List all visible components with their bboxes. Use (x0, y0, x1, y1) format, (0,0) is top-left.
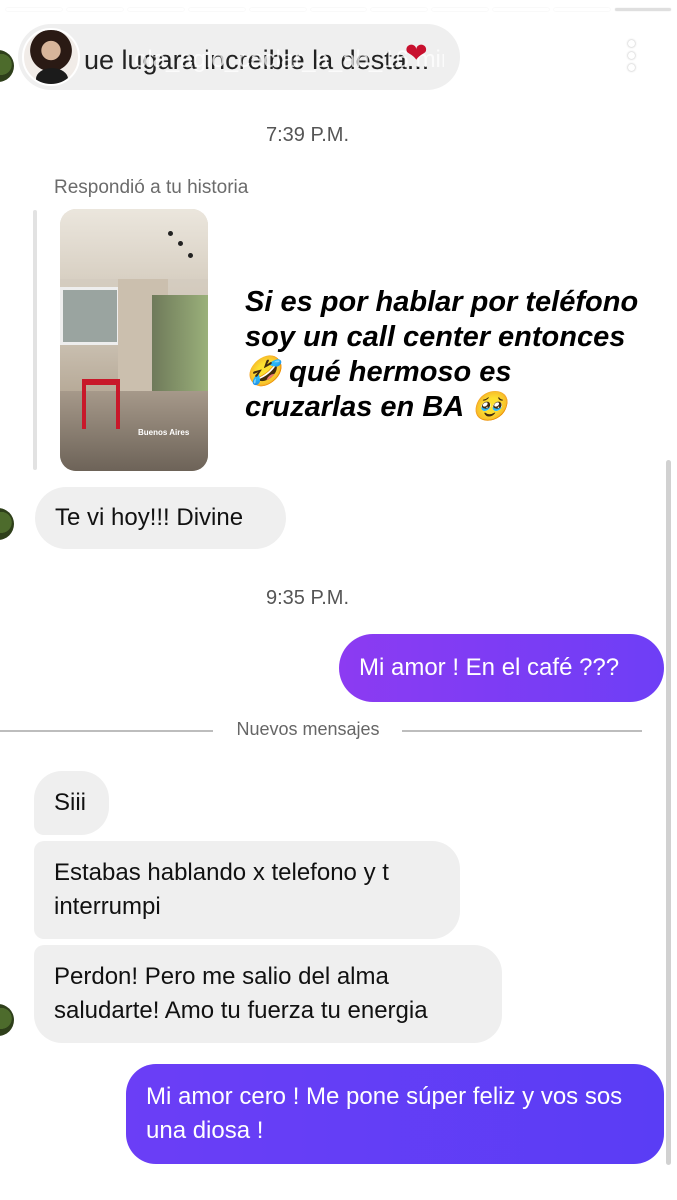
new-messages-divider: Nuevos mensajes (236, 719, 380, 739)
progress-segment (6, 8, 62, 11)
more-options-icon[interactable] (624, 40, 640, 72)
story-username-overlay: ola_aglo_caclar_a_ab_16 min (134, 46, 444, 73)
profile-avatar[interactable] (22, 28, 80, 86)
progress-segment (493, 8, 550, 11)
sender-avatar[interactable] (0, 50, 14, 82)
new-messages-divider-line (402, 730, 642, 732)
incoming-message[interactable]: Te vi hoy!!! Divine (35, 487, 286, 549)
message-timestamp: 7:39 P.M. (265, 124, 350, 146)
reply-quote-bar (33, 210, 37, 470)
progress-segment (188, 8, 245, 11)
message-timestamp: 9:35 P.M. (265, 587, 350, 609)
progress-segment (127, 8, 184, 11)
sender-avatar[interactable] (0, 508, 14, 540)
progress-segment (249, 8, 306, 11)
story-thumbnail[interactable]: Buenos Aires (60, 209, 208, 471)
progress-segment (66, 8, 123, 11)
progress-segment (310, 8, 367, 11)
sender-avatar[interactable] (0, 1004, 14, 1036)
story-reply-text: Si es por hablar por teléfono soy un cal… (245, 286, 639, 423)
outgoing-message[interactable]: Mi amor ! En el café ??? (339, 634, 664, 702)
outgoing-message[interactable]: Mi amor cero ! Me pone súper feliz y vos… (126, 1064, 664, 1164)
progress-segment (432, 8, 489, 11)
progress-segment (554, 8, 611, 11)
story-progress-bar (6, 8, 671, 11)
message-preview-text: ue lugara increible la desta... ola_aglo… (84, 40, 444, 80)
progress-segment (615, 8, 671, 11)
incoming-message[interactable]: Estabas hablando x telefono y t interrum… (34, 841, 460, 939)
incoming-message[interactable]: Siii (34, 771, 109, 835)
new-messages-divider-line (0, 730, 213, 732)
incoming-message[interactable]: Perdon! Pero me salio del alma saludarte… (34, 945, 502, 1043)
progress-segment (371, 8, 428, 11)
story-reply-label: Respondió a tu historia (54, 177, 249, 198)
story-caption: Buenos Aires (138, 428, 190, 437)
scrollbar[interactable] (666, 460, 671, 1165)
heart-icon: ❤ (405, 38, 428, 68)
